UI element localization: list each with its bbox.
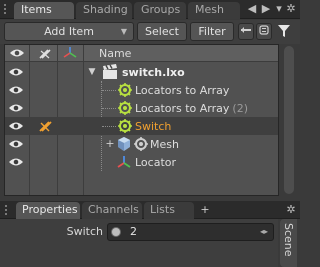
filter-funnel-icon[interactable] — [276, 23, 292, 40]
eye-icon[interactable] — [8, 138, 24, 150]
expand-triangle-icon[interactable]: ▼ — [87, 67, 97, 77]
panel-options-gear-icon[interactable]: ✲ — [284, 203, 298, 217]
tab-groups[interactable]: Groups — [134, 2, 186, 19]
list-item[interactable]: Locator — [5, 153, 278, 171]
list-item-selected[interactable]: Switch — [5, 117, 278, 135]
properties-panel: Switch 2 ◂▸ — [0, 219, 278, 267]
chevron-down-icon: ▼ — [120, 27, 127, 36]
select-button[interactable]: Select — [137, 22, 187, 41]
list-item-label: Switch — [135, 120, 172, 133]
eye-icon[interactable] — [8, 156, 24, 168]
list-item[interactable]: Locators to Array — [5, 81, 278, 99]
stepper-arrows-icon[interactable]: ◂▸ — [258, 227, 270, 237]
cube-icon — [118, 137, 130, 151]
list-item-label: switch.lxo — [122, 66, 185, 79]
scene-side-tab-label: Scene — [282, 223, 295, 257]
expand-plus-icon[interactable]: + — [105, 138, 115, 149]
tree-branch-line — [102, 90, 116, 91]
tab-shading[interactable]: Shading — [76, 2, 132, 19]
eye-icon[interactable] — [8, 66, 24, 78]
channel-state-icon[interactable] — [111, 227, 121, 237]
name-column-header[interactable]: Name — [99, 45, 131, 62]
panel-options-gear-icon[interactable]: ✲ — [284, 2, 298, 16]
visibility-column-eye-icon[interactable] — [8, 45, 26, 62]
scene-side-tab[interactable]: Scene — [280, 219, 297, 267]
panel-grip-icon[interactable] — [4, 4, 10, 14]
list-item-label: Locator — [135, 156, 177, 169]
locator-axes-icon — [117, 156, 131, 168]
list-view-icon[interactable] — [256, 23, 272, 40]
add-tab-button[interactable]: + — [198, 202, 212, 219]
eye-icon[interactable] — [8, 120, 24, 132]
replicator-gear-icon — [134, 137, 148, 151]
list-item-label: Mesh — [150, 138, 179, 151]
lock-column-icon[interactable] — [35, 45, 55, 62]
eye-icon[interactable] — [8, 102, 24, 114]
clapper-icon — [103, 64, 117, 79]
axis-column-icon[interactable] — [61, 45, 79, 62]
replicator-gear-icon — [118, 101, 132, 115]
eye-icon[interactable] — [8, 84, 24, 96]
item-list[interactable]: Name ▼ switch.lxo Locators to Array Loca… — [4, 44, 279, 196]
tab-items[interactable]: Items — [14, 2, 74, 19]
switch-value-field[interactable]: 2 ◂▸ — [107, 223, 274, 241]
tab-left-arrow-icon[interactable]: ◀ — [245, 2, 259, 16]
switch-property-label: Switch — [66, 225, 103, 238]
switch-value[interactable]: 2 — [130, 224, 137, 240]
tab-properties[interactable]: Properties — [16, 202, 80, 219]
list-scrollbar[interactable] — [281, 44, 297, 196]
list-item-suffix: (2) — [232, 102, 249, 115]
list-item[interactable]: Locators to Array (2) — [5, 99, 278, 117]
tab-channels[interactable]: Channels — [82, 202, 142, 219]
item-list-header: Name — [5, 45, 278, 62]
scrollbar-thumb[interactable] — [284, 46, 294, 194]
bottom-tab-bar: Properties Channels Lists + ✲ — [0, 201, 300, 219]
tab-right-arrow-icon[interactable]: ▶ — [259, 2, 273, 16]
tree-branch-line — [102, 126, 116, 127]
list-item[interactable]: + Mesh — [5, 135, 278, 153]
add-item-button[interactable]: Add Item ▼ — [4, 22, 134, 41]
tab-lists[interactable]: Lists — [144, 202, 194, 219]
lock-pin-icon[interactable] — [37, 118, 53, 134]
collapse-icon[interactable] — [238, 23, 254, 40]
list-item-label: Locators to Array (2) — [135, 102, 249, 115]
tab-mesh[interactable]: Mesh — [188, 2, 240, 19]
top-tab-bar: Items Shading Groups Mesh ◀ ▶ ▾ ✲ — [0, 0, 300, 19]
list-item[interactable]: ▼ switch.lxo — [5, 63, 278, 81]
items-toolbar: Add Item ▼ Select Filter — [0, 20, 300, 44]
filter-button[interactable]: Filter — [190, 22, 234, 41]
replicator-gear-icon — [118, 119, 132, 133]
add-item-label: Add Item — [44, 25, 94, 38]
list-item-label: Locators to Array — [135, 84, 230, 97]
tree-branch-line — [102, 108, 116, 109]
panel-grip-icon[interactable] — [5, 205, 11, 215]
replicator-gear-icon — [118, 83, 132, 97]
